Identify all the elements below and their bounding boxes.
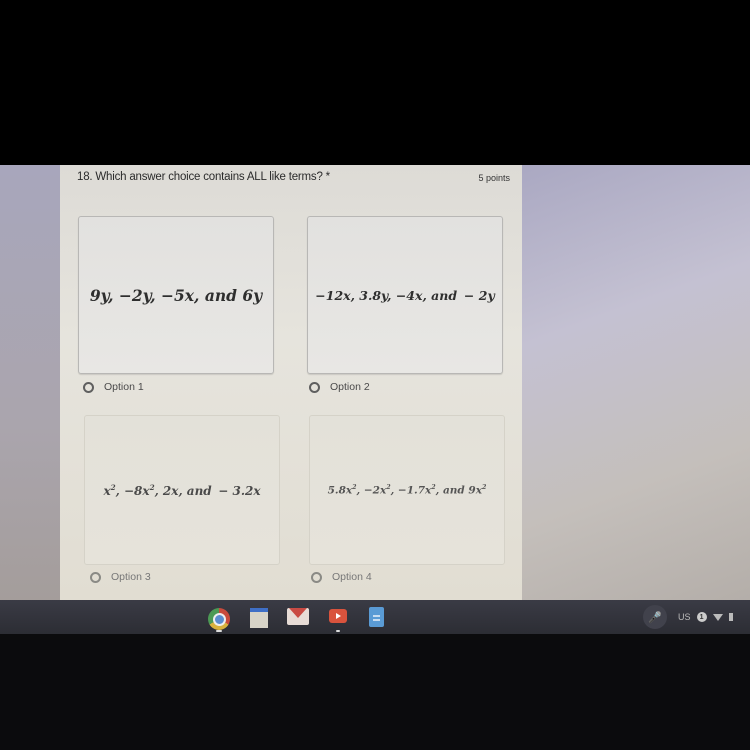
question-title: 18. Which answer choice contains ALL lik…	[77, 171, 330, 183]
wifi-icon	[712, 613, 723, 621]
option-3-radio[interactable]	[90, 571, 101, 583]
choice-3-expression: x2, −8x2, 2x, and − 3.2x	[103, 482, 261, 498]
input-method-label[interactable]: US	[678, 612, 691, 622]
points-label: 5 points	[478, 173, 510, 183]
youtube-running-indicator	[336, 630, 340, 632]
classroom-icon[interactable]	[250, 608, 268, 628]
screen: 18. Which answer choice contains ALL lik…	[0, 165, 750, 600]
option-1-label: Option 1	[104, 381, 144, 393]
choice-2-expression: −12x, 3.8y, −4x, and − 2y	[315, 287, 495, 303]
choice-2-image[interactable]: −12x, 3.8y, −4x, and − 2y	[307, 216, 503, 374]
choice-1-image[interactable]: 9y, −2y, −5x, and 6y	[78, 216, 274, 374]
youtube-icon[interactable]	[329, 609, 347, 623]
gmail-icon[interactable]	[287, 608, 309, 625]
page-background-right	[522, 165, 750, 600]
option-1-radio[interactable]	[83, 381, 94, 393]
option-1[interactable]: Option 1	[83, 381, 144, 393]
option-4-label: Option 4	[332, 571, 372, 583]
choice-4-expression: 5.8x2, −2x2, −1.7x2, and 9x2	[327, 483, 487, 497]
page-background-left	[0, 165, 60, 600]
option-3[interactable]: Option 3	[90, 571, 151, 583]
microphone-icon[interactable]: 🎤	[643, 605, 667, 629]
option-3-label: Option 3	[111, 571, 151, 583]
option-2-radio[interactable]	[309, 381, 320, 393]
choice-3-image[interactable]: x2, −8x2, 2x, and − 3.2x	[84, 415, 280, 565]
required-marker: *	[325, 171, 330, 183]
option-4-radio[interactable]	[311, 571, 322, 583]
question-card: 18. Which answer choice contains ALL lik…	[60, 165, 522, 600]
status-tray[interactable]: US 1	[678, 612, 733, 622]
option-4[interactable]: Option 4	[311, 571, 372, 583]
choice-4-image[interactable]: 5.8x2, −2x2, −1.7x2, and 9x2	[309, 415, 505, 565]
docs-icon[interactable]	[369, 607, 384, 627]
battery-icon	[728, 613, 733, 621]
option-2[interactable]: Option 2	[309, 381, 370, 393]
chrome-running-indicator	[216, 630, 222, 632]
choice-1-expression: 9y, −2y, −5x, and 6y	[89, 285, 263, 305]
option-2-label: Option 2	[330, 381, 370, 393]
chrome-icon[interactable]	[208, 608, 230, 630]
os-shelf	[0, 600, 750, 634]
screen-bezel	[0, 634, 750, 750]
notification-badge[interactable]: 1	[696, 612, 707, 622]
question-text: 18. Which answer choice contains ALL lik…	[77, 171, 323, 183]
